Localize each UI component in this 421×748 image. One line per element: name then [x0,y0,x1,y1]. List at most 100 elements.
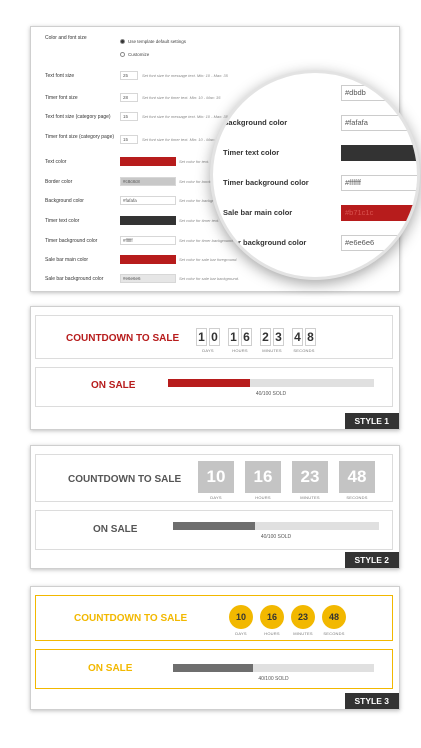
settings-label: Text font size [45,73,75,79]
countdown-box: COUNTDOWN TO SALE 10DAYS 16HOURS 23MINUT… [35,454,393,502]
magnifier-zoom: color #dbdb Background color #fafafa Tim… [210,70,420,280]
countdown-title: COUNTDOWN TO SALE [68,474,182,485]
style-2-card: COUNTDOWN TO SALE 10 DAYS 16 HOURS 23 MINUT… [30,445,400,569]
sale-progress-fill [173,522,256,530]
timer-font-size-input[interactable]: 28 [120,93,138,102]
sale-box: ON SALE 40/100 SOLD [35,510,393,550]
magnified-input[interactable]: #ffffff [341,175,417,191]
digit: 1 [196,328,207,346]
radio-default-settings[interactable]: Use template default settings [120,39,186,45]
countdown-value: 10 [229,605,253,629]
countdown-box: COUNTDOWN TO SALE 10 DAYS 16HOURS 23 MINUT… [35,315,393,359]
timer-font-size-category-input[interactable]: 15 [120,135,138,144]
sold-count: 40/100 SOLD [260,534,292,540]
countdown-unit-seconds: 48 SECONDS [292,328,316,353]
magnified-row: Timer background color #ffffff [213,175,417,199]
countdown-value: 23 [292,461,328,493]
sale-title: ON SALE [93,524,138,535]
text-font-size-input[interactable]: 25 [120,71,138,80]
countdown-digits: 10 DAYS 16 HOURS 23 MINUTES 48 SECONDS [229,605,346,636]
countdown-value: 10 [198,461,234,493]
magnified-row: color #dbdb [213,85,417,109]
unit-label: HOURS [264,631,280,636]
countdown-value: 16 [260,605,284,629]
sale-progress-bar [173,664,374,672]
sale-bar-main-color-input[interactable] [120,255,176,264]
sale-progress-fill [168,379,251,387]
settings-hint: Set color for border. [179,179,215,184]
countdown-digits: 10DAYS 16HOURS 23MINUTES 48SECONDS [198,461,375,500]
timer-text-color-input[interactable] [120,216,176,225]
style-1-card: COUNTDOWN TO SALE 1 0 DAYS 1 6 HOURS 2 3 MINUT… [30,306,400,430]
magnified-row: Background color #fafafa [213,115,417,139]
sold-count: 40/100 SOLD [255,391,287,397]
countdown-digits: 10 DAYS 16HOURS 23 MINUTES 48SECONDS [196,328,324,353]
settings-row: Sale bar background color #e6e6e6 Set co… [31,274,399,291]
settings-label: Text color [45,159,67,165]
settings-label: Background color [45,198,84,204]
countdown-title: COUNTDOWN TO SALE [66,333,180,344]
settings-label: Timer font size [45,95,78,101]
magnified-label: Background color [223,118,288,127]
countdown-unit-minutes: 23 MINUTES [260,328,284,353]
style-3-card: COUNTDOWN TO SALE 10 DAYS 16 HOURS 23 MINUT… [30,586,400,710]
sale-progress-bar [168,379,374,387]
timer-background-color-input[interactable]: #ffffff [120,236,176,245]
settings-hint: Set color for sale bar background. [179,276,240,281]
magnified-input[interactable]: #dbdb [341,85,417,101]
countdown-unit-hours: 16 HOURS [228,328,252,353]
settings-label: Sale bar main color [45,257,89,263]
settings-label: Sale bar background color [45,276,104,282]
digit: 4 [292,328,303,346]
style-tag: STYLE 3 [344,693,399,709]
background-color-input[interactable]: #fafafa [120,196,176,205]
unit-label: MINUTES [293,631,313,636]
text-font-size-category-input[interactable]: 15 [120,112,138,121]
countdown-value: 16 [245,461,281,493]
radio-dot-icon [120,52,125,58]
sale-progress-fill [173,664,254,672]
unit-label: DAYS [235,631,247,636]
border-color-input[interactable]: #c8c8c8 [120,177,176,186]
unit-label: HOURS [255,495,271,500]
countdown-unit-seconds: 48 SECONDS [339,461,375,500]
unit-label: SECONDS [293,348,315,353]
settings-label: Color and font size [45,35,87,41]
digit: 3 [273,328,284,346]
countdown-title: COUNTDOWN TO SALE [74,613,188,624]
countdown-value: 48 [339,461,375,493]
magnified-row: Sale bar main color #b71c1c [213,205,417,229]
unit-label: SECONDS [323,631,345,636]
sold-count: 40/100 SOLD [258,676,289,682]
radio-customize[interactable]: Customize [120,52,149,58]
digit: 2 [260,328,271,346]
text-color-input[interactable] [120,157,176,166]
magnified-input[interactable]: #b71c1c [341,205,417,221]
countdown-unit-hours: 16 HOURS [260,605,284,636]
countdown-unit-days: 10 DAYS [229,605,253,636]
unit-label: HOURS [232,348,248,353]
countdown-unit-minutes: 23 MINUTES [291,605,315,636]
countdown-value: 23 [291,605,315,629]
settings-label: Text font size (category page) [45,114,111,120]
settings-row-color-font: Color and font size Use template default… [31,35,399,58]
sale-box: ON SALE 40/100 SOLD [35,649,393,689]
sale-title: ON SALE [88,663,133,674]
digit: 0 [209,328,220,346]
magnified-input[interactable]: #e6e6e6 [341,235,417,251]
settings-hint: Set font size for timer text. Min: 10 - … [142,95,221,100]
magnified-row: e bar background color #e6e6e6 [213,235,417,259]
unit-label: SECONDS [346,495,368,500]
magnified-input[interactable] [341,145,417,161]
sale-title: ON SALE [91,380,136,391]
countdown-unit-days: 10 DAYS [196,328,220,353]
magnified-input[interactable]: #fafafa [341,115,417,131]
sale-bar-background-color-input[interactable]: #e6e6e6 [120,274,176,283]
unit-label: MINUTES [262,348,282,353]
countdown-value: 48 [322,605,346,629]
settings-hint: Set font size for message text. Min: 10 … [142,73,228,78]
countdown-unit-hours: 16 HOURS [245,461,281,500]
settings-hint: Set font size for timer text. Min: 10 - … [142,137,221,142]
countdown-box: COUNTDOWN TO SALE 10 DAYS 16 HOURS 23 MINUT… [35,595,393,641]
unit-label: DAYS [202,348,214,353]
